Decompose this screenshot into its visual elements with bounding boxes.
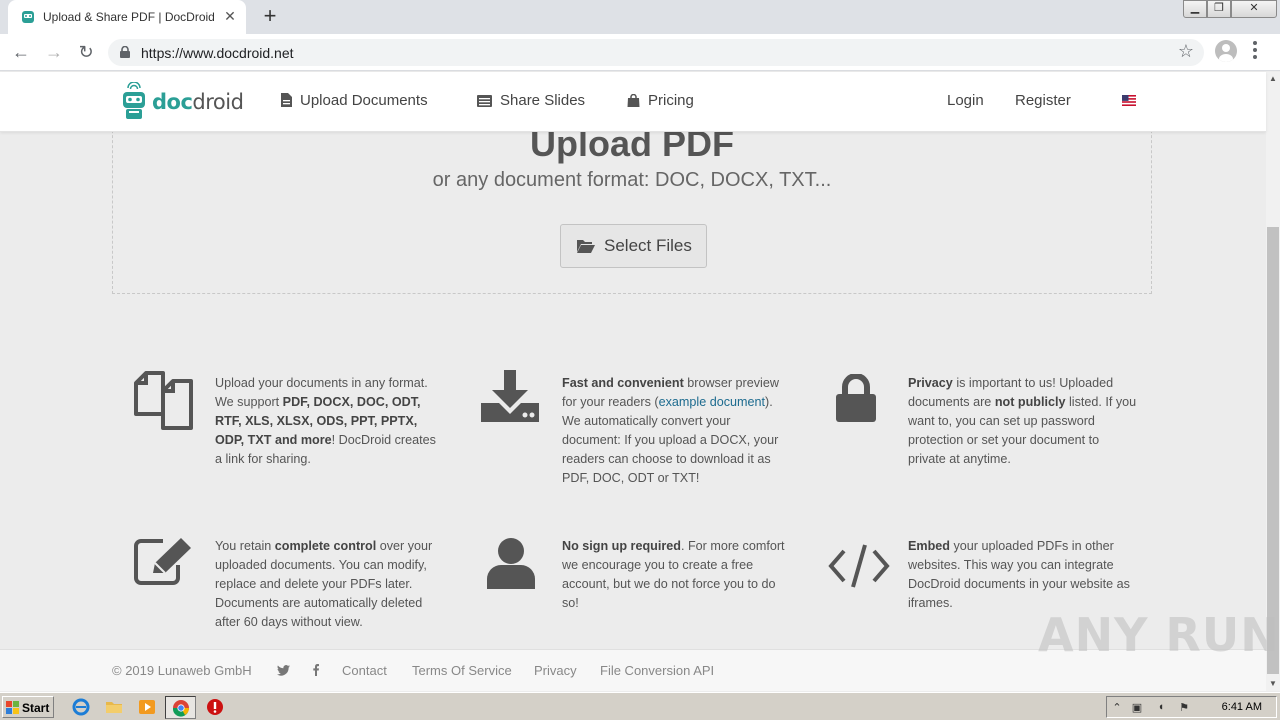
volume-icon[interactable]: ◖ (1154, 701, 1168, 715)
feature-formats: Upload your documents in any format. We … (215, 374, 445, 469)
twitter-icon[interactable] (277, 665, 290, 676)
lock-icon (836, 374, 876, 422)
user-icon (487, 538, 535, 589)
page-scrollbar[interactable]: ▲ ▼ (1266, 72, 1280, 691)
taskbar-clock: 6:41 AM (1221, 701, 1262, 713)
register-link[interactable]: Register (1015, 92, 1071, 109)
network-icon[interactable]: ▣ (1130, 701, 1144, 715)
shopping-bag-icon (627, 94, 640, 107)
window-close-button[interactable]: ✕ (1231, 0, 1277, 18)
reload-icon[interactable]: ↻ (74, 40, 98, 64)
nav-upload-documents[interactable]: Upload Documents (281, 92, 428, 109)
footer-file-conversion-api-link[interactable]: File Conversion API (600, 663, 714, 678)
select-files-label: Select Files (604, 236, 692, 255)
slides-icon (477, 95, 492, 107)
url-text: https://www.docdroid.net (141, 45, 294, 61)
browser-toolbar: ← → ↻ https://www.docdroid.net ☆ (0, 34, 1280, 71)
facebook-icon[interactable] (313, 664, 319, 676)
feature-emphasis: Embed (908, 539, 950, 553)
nav-share-slides-label: Share Slides (500, 92, 586, 109)
feature-control: You retain complete control over your up… (215, 537, 445, 632)
file-explorer-icon[interactable] (105, 698, 123, 716)
internet-explorer-icon[interactable] (72, 698, 90, 716)
download-icon (481, 370, 539, 422)
file-icon (281, 93, 292, 107)
site-navbar: docdroid Upload Documents Share Slides P… (0, 72, 1266, 132)
us-flag-icon[interactable] (1122, 95, 1136, 106)
footer-contact-link[interactable]: Contact (342, 663, 387, 678)
chrome-menu-icon[interactable] (1252, 41, 1258, 61)
start-label: Start (22, 701, 50, 715)
example-document-link[interactable]: example document (659, 395, 765, 409)
folder-open-icon (577, 240, 595, 253)
back-arrow-icon[interactable]: ← (9, 40, 33, 64)
nav-upload-documents-label: Upload Documents (300, 92, 428, 109)
copy-files-icon (134, 371, 193, 430)
footer-copyright: © 2019 Lunaweb GmbH (112, 663, 252, 678)
nav-share-slides[interactable]: Share Slides (477, 92, 585, 109)
media-player-icon[interactable] (138, 698, 156, 716)
robot-logo-icon (123, 82, 145, 119)
feature-emphasis: Privacy (908, 376, 953, 390)
upload-dropzone[interactable]: Upload PDF or any document format: DOC, … (112, 110, 1152, 294)
forward-arrow-icon[interactable]: → (42, 40, 66, 64)
taskbar-chrome-button[interactable] (165, 696, 196, 719)
window-maximize-button[interactable]: ❐ (1207, 0, 1231, 18)
tab-close-icon[interactable]: ✕ (222, 8, 238, 24)
start-button[interactable]: Start (2, 696, 54, 718)
feature-preview: Fast and convenient browser preview for … (562, 374, 792, 488)
nav-pricing-label: Pricing (648, 92, 694, 109)
bookmark-star-icon[interactable]: ☆ (1178, 41, 1194, 62)
address-bar[interactable]: https://www.docdroid.net ☆ (108, 39, 1204, 66)
scroll-down-arrow-icon[interactable]: ▼ (1266, 677, 1280, 691)
feature-emphasis: not publicly (994, 395, 1066, 409)
footer-terms-link[interactable]: Terms Of Service (412, 663, 512, 678)
logo-wordmark: docdroid (152, 90, 244, 114)
action-center-flag-icon[interactable]: ⚑ (1177, 701, 1191, 715)
browser-tab[interactable]: Upload & Share PDF | DocDroid ✕ (8, 0, 246, 34)
profile-avatar-icon[interactable] (1215, 40, 1237, 62)
upload-subtitle: or any document format: DOC, DOCX, TXT..… (432, 169, 832, 191)
anyrun-watermark: ANY RUN (1038, 608, 1280, 662)
window-minimize-button[interactable]: ▁ (1183, 0, 1207, 18)
feature-emphasis: complete control (274, 539, 377, 553)
feature-embed: Embed your uploaded PDFs in other websit… (908, 537, 1138, 613)
windows-logo-icon (6, 701, 19, 714)
secure-lock-icon (120, 46, 130, 58)
system-tray: ⌃ ▣ ◖ ⚑ 6:41 AM (1106, 696, 1277, 718)
feature-text: You retain (215, 539, 275, 553)
chrome-icon (172, 700, 190, 717)
feature-privacy: Privacy is important to us! Uploaded doc… (908, 374, 1138, 469)
scroll-thumb[interactable] (1267, 227, 1279, 674)
security-app-icon[interactable] (206, 698, 224, 716)
select-files-button[interactable]: Select Files (560, 224, 707, 268)
new-tab-button[interactable]: + (258, 5, 282, 29)
tab-title: Upload & Share PDF | DocDroid (43, 10, 215, 24)
docdroid-favicon-icon (22, 11, 34, 23)
windows-taskbar: Start ⌃ ▣ ◖ ⚑ 6:41 AM (0, 692, 1280, 720)
login-link[interactable]: Login (947, 92, 984, 109)
footer-privacy-link[interactable]: Privacy (534, 663, 577, 678)
feature-emphasis: Fast and convenient (562, 376, 684, 390)
code-icon (828, 544, 890, 588)
feature-no-signup: No sign up required. For more comfort we… (562, 537, 792, 613)
edit-icon (134, 538, 191, 585)
nav-pricing[interactable]: Pricing (627, 92, 694, 109)
feature-emphasis: No sign up required (562, 539, 681, 553)
browser-tab-strip: Upload & Share PDF | DocDroid ✕ + ▁ ❐ ✕ (0, 0, 1280, 34)
tray-expand-icon[interactable]: ⌃ (1110, 701, 1124, 715)
scroll-up-arrow-icon[interactable]: ▲ (1266, 72, 1280, 86)
